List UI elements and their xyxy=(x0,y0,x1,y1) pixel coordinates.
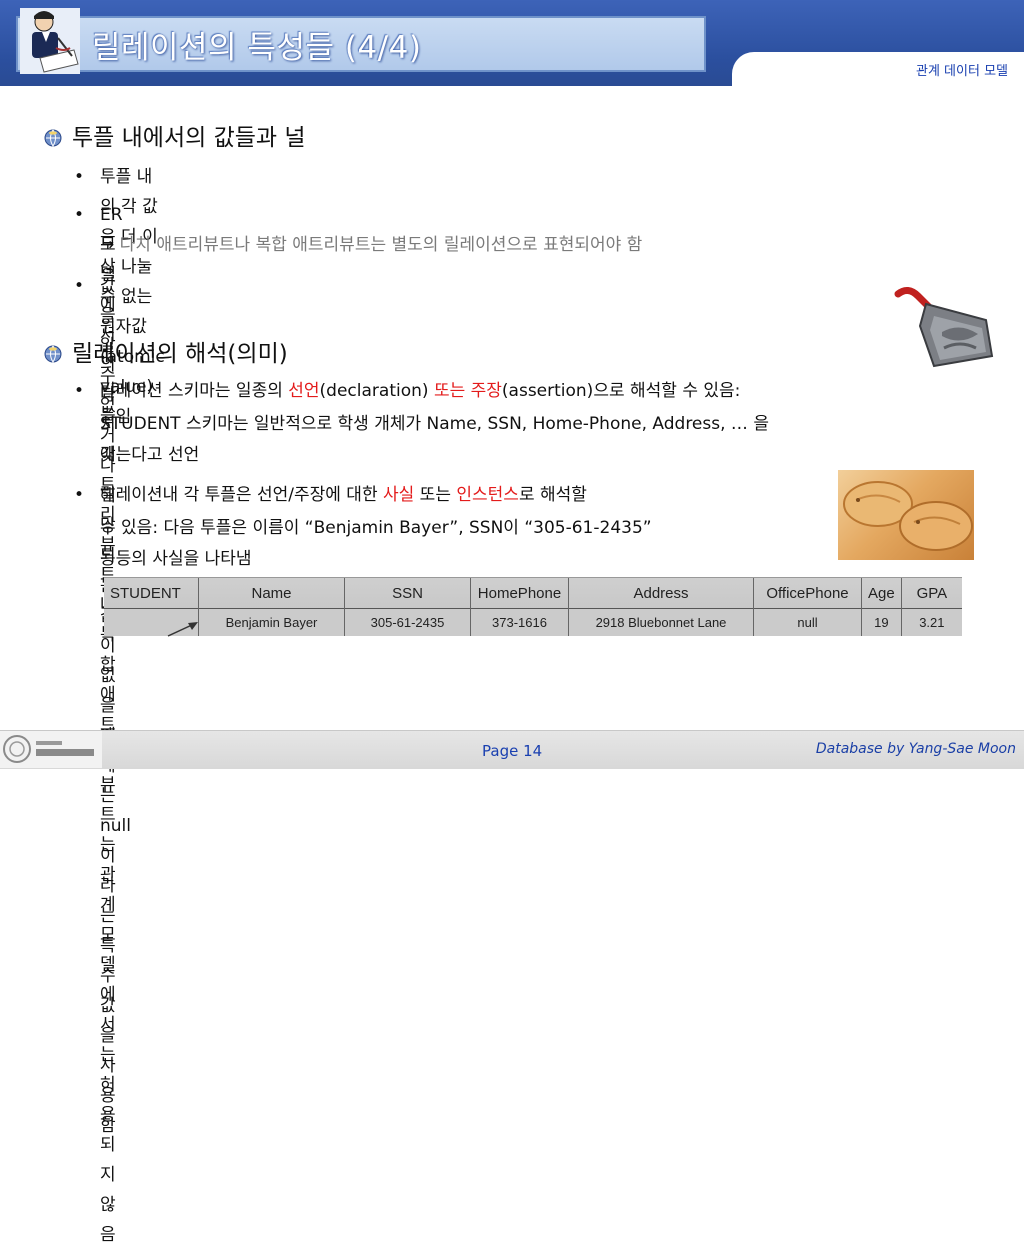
table-cell: 2918 Bluebonnet Lane xyxy=(568,608,754,636)
highlight-fact: 사실 xyxy=(383,485,415,505)
highlight-declaration: 선언 xyxy=(288,381,320,401)
table-header-row: STUDENT Name SSN HomePhone Address Offic… xyxy=(104,578,962,609)
student-table: STUDENT Name SSN HomePhone Address Offic… xyxy=(104,577,962,636)
text-run: 릴레이션내 각 투플은 선언/주장에 대한 xyxy=(100,485,383,505)
table-header-cell: SSN xyxy=(344,578,471,609)
text-run: (declaration) xyxy=(319,381,434,401)
section-heading-text: 투플 내에서의 값들과 널 xyxy=(72,125,306,151)
globe-bullet-icon xyxy=(44,345,62,363)
table-row: Benjamin Bayer 305-61-2435 373-1616 2918… xyxy=(104,608,962,636)
continuation-text: 등등의 사실을 나타냄 xyxy=(100,549,252,569)
university-seal-icon xyxy=(3,735,94,763)
page-title: 릴레이션의 특성들 (4/4) xyxy=(92,30,422,66)
footer-credit: Database by Yang-Sae Moon xyxy=(815,741,1016,757)
table-header-cell: Address xyxy=(568,578,754,609)
table-header-cell: STUDENT xyxy=(110,584,181,602)
continuation-text: 다치 애트리뷰트나 복합 애트리뷰트는 별도의 릴레이션으로 표현되어야 함 xyxy=(119,235,643,255)
continuation-text: 갖는다고 선언 xyxy=(100,445,200,465)
table-cell: 373-1616 xyxy=(470,608,569,636)
page-number: Page 14 xyxy=(482,742,543,760)
table-header-cell: Name xyxy=(198,578,345,609)
text-run: 또는 xyxy=(414,485,457,505)
fish-pan-image xyxy=(894,287,994,368)
table-header-cell: Age xyxy=(861,578,902,609)
table-header-cell: OfficePhone xyxy=(753,578,862,609)
arrow-icon: → xyxy=(100,235,115,255)
table-cell: 305-61-2435 xyxy=(344,608,471,636)
text-run: 릴레이션 스키마는 일종의 xyxy=(100,381,289,401)
continuation-text: 수 있음: 다음 투플은 이름이 “Benjamin Bayer”, SSN이 … xyxy=(100,518,652,538)
text-run: (assertion)으로 해석할 수 있음: xyxy=(501,381,741,401)
section-heading-interpretation: 릴레이션의 해석(의미) xyxy=(44,334,288,368)
fish-bread-image xyxy=(838,470,974,560)
fish-bread-shapes xyxy=(843,481,973,551)
table-cell: null xyxy=(753,608,862,636)
university-logo xyxy=(0,731,102,768)
bullet-dot: • xyxy=(74,485,85,505)
table-cell: Benjamin Bayer xyxy=(198,608,345,636)
globe-bullet-icon xyxy=(44,129,62,147)
table-cell: 19 xyxy=(861,608,902,636)
highlight-instance: 인스턴스 xyxy=(456,485,519,505)
table-cell: 3.21 xyxy=(900,608,962,636)
section-heading-values-nulls: 투플 내에서의 값들과 널 xyxy=(44,118,306,152)
text-run: 로 해석할 xyxy=(518,485,587,505)
table-header-cell: HomePhone xyxy=(470,578,569,609)
bullet-dot: • xyxy=(74,381,85,401)
table-header-cell: GPA xyxy=(900,578,962,609)
bullet-dot: • xyxy=(74,276,85,296)
bullet-dot: • xyxy=(74,205,85,225)
highlight-assertion: 또는 주장 xyxy=(433,381,502,401)
professor-writing-icon xyxy=(20,8,80,74)
chapter-subtitle: 관계 데이터 모델 xyxy=(916,64,1008,79)
bullet-dot: • xyxy=(74,167,85,187)
section-heading-text: 릴레이션의 해석(의미) xyxy=(72,341,288,367)
pointer-arrow-icon xyxy=(167,622,198,637)
continuation-text: STUDENT 스키마는 일반적으로 학생 개체가 Name, SSN, Hom… xyxy=(100,414,769,434)
